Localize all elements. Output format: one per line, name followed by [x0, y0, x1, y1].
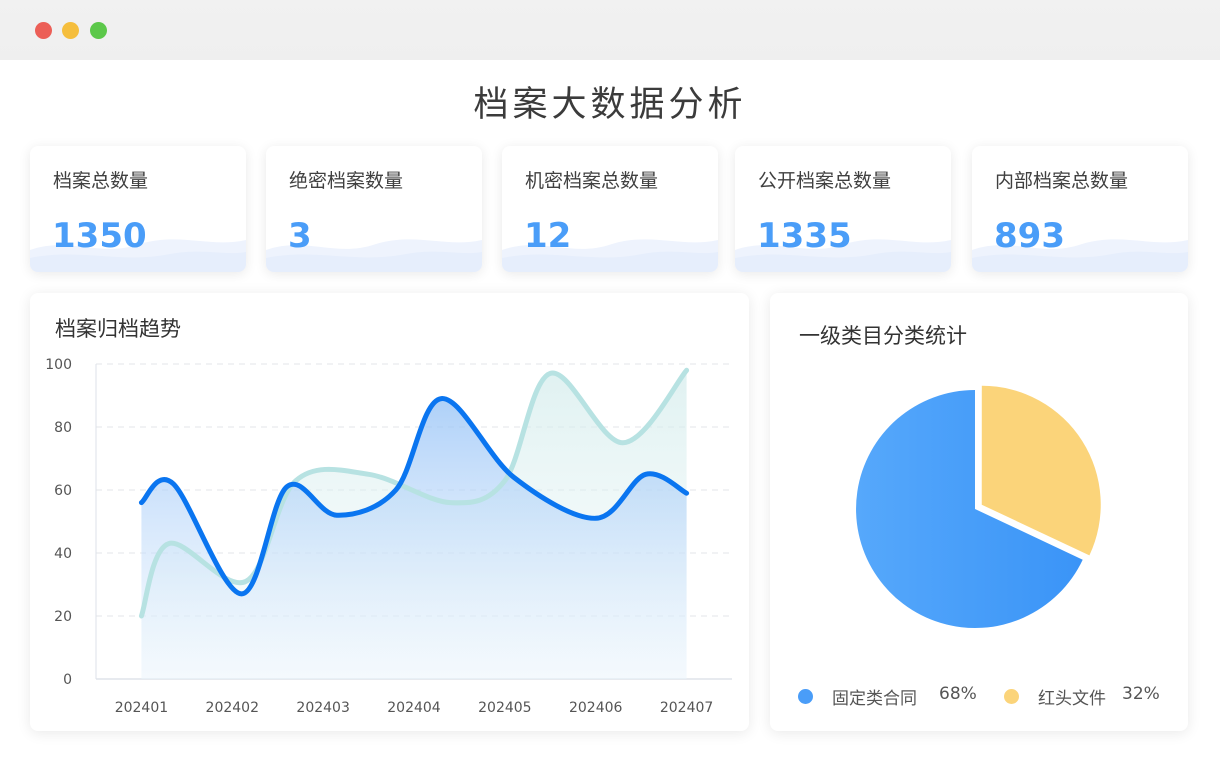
legend-dot-icon [1004, 689, 1019, 704]
window-titlebar [0, 0, 1220, 60]
stat-card-public: 公开档案总数量 1335 [735, 146, 951, 272]
x-tick-label: 202407 [660, 700, 713, 716]
legend-percent: 68% [939, 684, 977, 704]
stat-card-secret: 机密档案总数量 12 [502, 146, 718, 272]
stat-value: 12 [524, 216, 572, 256]
y-tick-label: 0 [63, 672, 72, 688]
x-tick-label: 202401 [115, 700, 168, 716]
stat-value: 893 [994, 216, 1065, 256]
x-tick-label: 202403 [296, 700, 349, 716]
legend-label: 固定类合同 [832, 689, 917, 709]
stat-value: 3 [288, 216, 312, 256]
stat-label: 公开档案总数量 [758, 170, 892, 192]
legend-dot-icon [798, 689, 813, 704]
x-tick-label: 202402 [206, 700, 259, 716]
legend-label: 红头文件 [1038, 689, 1106, 709]
legend-percent: 32% [1122, 684, 1160, 704]
stat-label: 内部档案总数量 [995, 170, 1129, 192]
x-tick-label: 202405 [478, 700, 531, 716]
stat-card-top-secret: 绝密档案数量 3 [266, 146, 482, 272]
page-title: 档案大数据分析 [473, 85, 747, 125]
y-tick-label: 100 [45, 357, 72, 373]
trend-chart: 0 20 40 60 80 100 202401 202402 202403 202404 2024… [45, 357, 732, 716]
close-window-button[interactable] [35, 22, 52, 39]
minimize-window-button[interactable] [62, 22, 79, 39]
x-tick-label: 202404 [387, 700, 441, 716]
stat-card-internal: 内部档案总数量 893 [972, 146, 1188, 272]
y-tick-label: 20 [54, 609, 72, 625]
stat-value: 1350 [52, 216, 147, 256]
stat-value: 1335 [757, 216, 852, 256]
stat-label: 绝密档案数量 [289, 170, 404, 192]
stat-label: 档案总数量 [53, 170, 149, 192]
pie-chart [856, 385, 1101, 628]
x-tick-label: 202406 [569, 700, 623, 716]
stat-label: 机密档案总数量 [525, 170, 659, 192]
stat-card-total: 档案总数量 1350 [30, 146, 246, 272]
maximize-window-button[interactable] [90, 22, 107, 39]
y-tick-label: 80 [54, 420, 72, 436]
y-tick-label: 60 [54, 483, 72, 499]
y-tick-label: 40 [54, 546, 72, 562]
